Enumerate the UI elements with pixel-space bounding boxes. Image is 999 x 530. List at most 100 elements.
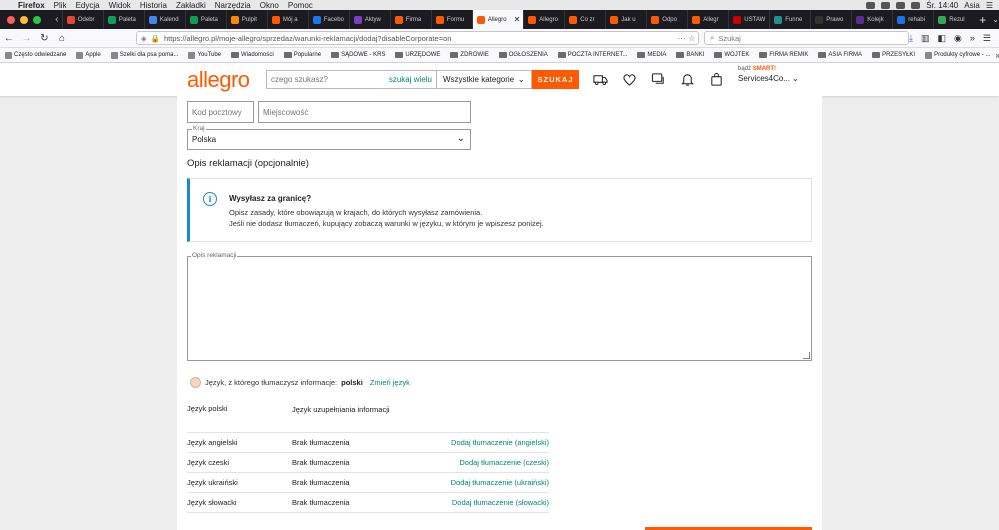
messages-icon[interactable] xyxy=(651,72,666,87)
menu-list-icon[interactable]: ☰ xyxy=(986,1,993,10)
bookmark-folder[interactable]: MEDIA xyxy=(632,52,671,59)
bookmark-folder[interactable]: PRZESYŁKI xyxy=(867,52,920,59)
tab[interactable]: Allegr xyxy=(687,10,728,29)
menu-pomoc[interactable]: Pomoc xyxy=(288,1,313,10)
postal-code-field[interactable]: Kod pocztowy xyxy=(187,101,254,123)
status-icon[interactable] xyxy=(866,1,876,9)
sidebar-icon[interactable]: ◧ xyxy=(938,33,947,44)
bookmark-item[interactable]: Często odwiedzane xyxy=(0,51,71,59)
bookmark-item[interactable]: Produkty cyfrowe - ... xyxy=(920,51,995,59)
tab[interactable]: Kolejk xyxy=(851,10,892,29)
home-icon[interactable]: ⌂ xyxy=(53,33,71,44)
bookmarks-overflow-icon[interactable]: » xyxy=(995,51,999,60)
tab[interactable]: Allegro xyxy=(523,10,564,29)
menu-zakladki[interactable]: Zakładki xyxy=(176,1,206,10)
overflow-icon[interactable]: » xyxy=(970,33,975,44)
menu-historia[interactable]: Historia xyxy=(140,1,167,10)
allegro-logo[interactable]: allegro xyxy=(187,67,250,93)
add-translation-link[interactable]: Dodaj tłumaczenie (ukraiński) xyxy=(392,478,549,487)
tab[interactable]: Co zr xyxy=(564,10,605,29)
bookmark-folder[interactable]: ZDROWIE xyxy=(445,52,493,59)
url-text[interactable]: https://allegro.pl/moje-allegro/sprzedaz… xyxy=(164,34,671,43)
tab[interactable]: Prawo xyxy=(810,10,851,29)
new-tab-button[interactable]: + xyxy=(979,13,986,27)
battery-icon[interactable] xyxy=(911,1,921,9)
menu-firefox[interactable]: Firefox xyxy=(18,1,45,10)
menu-okno[interactable]: Okno xyxy=(260,1,279,10)
account-menu[interactable]: bądź SMART! Services4Co... ⌄ xyxy=(738,66,799,83)
menu-plik[interactable]: Plik xyxy=(54,1,67,10)
menu-edycja[interactable]: Edycja xyxy=(76,1,100,10)
close-window-button[interactable] xyxy=(7,15,15,24)
forward-icon[interactable]: → xyxy=(18,33,36,44)
bookmark-folder[interactable]: ASIA FIRMA xyxy=(813,52,867,59)
tab[interactable]: USTAW xyxy=(728,10,769,29)
tab-active[interactable]: Allegro ✕ xyxy=(471,10,524,29)
list-all-tabs-icon[interactable]: ⌄ xyxy=(992,15,999,24)
category-select[interactable]: Wszystkie kategorie ⌄ xyxy=(436,70,532,89)
bookmark-folder[interactable]: SĄDOWE - KRS xyxy=(326,52,390,59)
tab[interactable]: Rezul xyxy=(933,10,974,29)
minimize-window-button[interactable] xyxy=(20,15,28,24)
download-icon[interactable]: ⤓ xyxy=(909,33,913,44)
bookmark-item[interactable]: Szelki dla psa poma... xyxy=(106,51,184,59)
menu-widok[interactable]: Widok xyxy=(109,1,131,10)
delivery-truck-icon[interactable] xyxy=(593,72,608,87)
tab[interactable]: Odpo xyxy=(646,10,687,29)
close-tab-icon[interactable]: ✕ xyxy=(514,15,521,24)
tab[interactable]: Paleta xyxy=(102,10,144,29)
cart-icon[interactable] xyxy=(709,72,724,87)
tab[interactable]: rehabi xyxy=(892,10,933,29)
bell-icon[interactable] xyxy=(680,72,695,87)
menu-narzedzia[interactable]: Narzędzia xyxy=(215,1,251,10)
add-translation-link[interactable]: Dodaj tłumaczenie (angielski) xyxy=(392,438,549,447)
bookmark-folder[interactable]: URZĘDOWE xyxy=(390,52,445,59)
tab[interactable]: Jak u xyxy=(605,10,646,29)
add-translation-link[interactable]: Dodaj tłumaczenie (czeski) xyxy=(392,458,549,467)
bookmark-folder[interactable]: POCZTA INTERNET... xyxy=(553,52,633,59)
bookmark-item[interactable]: Apple xyxy=(71,51,105,59)
search-button[interactable]: SZUKAJ xyxy=(532,70,579,89)
bookmark-folder[interactable]: Wiadomości xyxy=(226,52,279,59)
back-icon[interactable]: ← xyxy=(0,33,18,44)
bookmark-folder[interactable]: OGŁOSZENIA xyxy=(494,52,553,59)
tab-scroll-left-icon[interactable]: ‹ xyxy=(52,14,62,25)
lock-icon[interactable]: 🔒 xyxy=(151,34,160,43)
account-icon[interactable]: ◉ xyxy=(954,33,962,44)
tab[interactable]: Firma xyxy=(389,10,431,29)
bookmark-folder[interactable]: FIRMA REMIK xyxy=(754,52,813,59)
url-bar[interactable]: ◈ 🔒 https://allegro.pl/moje-allegro/sprz… xyxy=(135,31,700,45)
tab[interactable]: Mój a xyxy=(266,10,308,29)
tab[interactable]: Paleta xyxy=(184,10,226,29)
tab[interactable]: Pulpit xyxy=(225,10,267,29)
tab[interactable]: Facebo xyxy=(307,10,349,29)
tab[interactable]: Formu xyxy=(430,10,472,29)
country-select[interactable]: Kraj Polska ⌄ xyxy=(187,125,471,150)
tab[interactable]: Funne xyxy=(769,10,810,29)
tab[interactable]: Odebr xyxy=(61,10,103,29)
clock[interactable]: Śr. 14:40 xyxy=(926,1,958,10)
search-bar[interactable]: ⌕ Szukaj xyxy=(704,31,910,45)
hamburger-menu-icon[interactable]: ☰ xyxy=(983,33,991,44)
shield-icon[interactable]: ◈ xyxy=(141,34,147,43)
bookmark-item[interactable]: YouTube xyxy=(183,51,226,59)
wifi-icon[interactable] xyxy=(896,1,906,9)
change-language-link[interactable]: Zmień język xyxy=(370,378,410,387)
tab[interactable]: Kalend xyxy=(143,10,185,29)
tab[interactable]: Aktyw xyxy=(348,10,390,29)
bookmark-folder[interactable]: BANKI xyxy=(671,52,709,59)
page-actions-icon[interactable]: ··· ☆ xyxy=(675,34,698,43)
heart-icon[interactable] xyxy=(622,72,637,87)
status-icon[interactable] xyxy=(881,1,891,9)
resize-handle-icon[interactable] xyxy=(803,352,810,359)
zoom-window-button[interactable] xyxy=(33,15,41,24)
library-icon[interactable]: ▥ xyxy=(921,33,930,44)
search-input[interactable]: czego szukasz? szukaj wielu xyxy=(266,70,436,89)
add-translation-link[interactable]: Dodaj tłumaczenie (słowacki) xyxy=(392,498,549,507)
user-menu[interactable]: Asia xyxy=(964,1,980,10)
complaint-description-textarea[interactable]: Opis reklamacji xyxy=(187,252,812,361)
bookmark-folder[interactable]: WOJTEK xyxy=(709,52,754,59)
city-field[interactable]: Miejscowość xyxy=(258,101,471,123)
reload-icon[interactable]: ↻ xyxy=(35,33,53,44)
bookmark-folder[interactable]: Popularne xyxy=(279,52,326,59)
